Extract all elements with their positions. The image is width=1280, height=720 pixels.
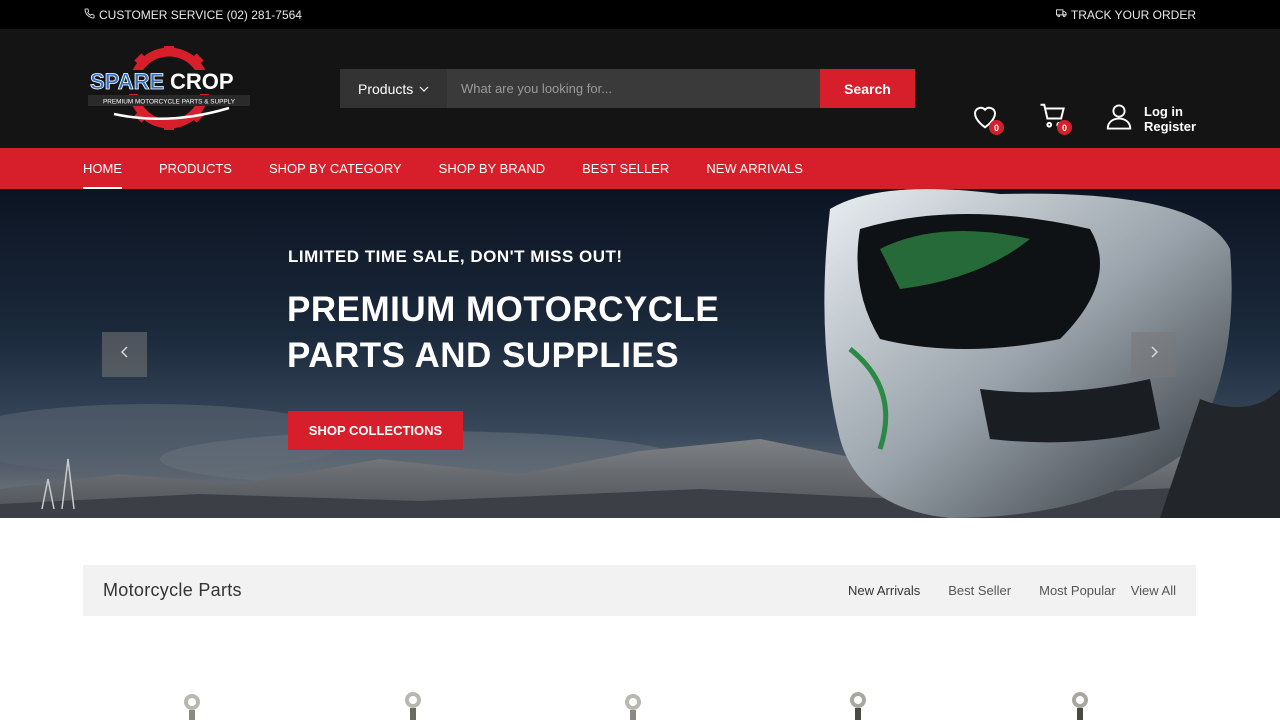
svg-text:PREMIUM MOTORCYCLE PARTS & SUP: PREMIUM MOTORCYCLE PARTS & SUPPLY bbox=[103, 99, 236, 106]
login-link[interactable]: Log in bbox=[1144, 104, 1196, 119]
logo[interactable]: SPARE CROP PREMIUM MOTORCYCLE PARTS & SU… bbox=[84, 44, 254, 132]
track-order-link[interactable]: TRACK YOUR ORDER bbox=[1055, 7, 1196, 22]
tab-best-seller[interactable]: Best Seller bbox=[948, 583, 1011, 598]
product-image[interactable] bbox=[846, 688, 886, 720]
tab-most-popular[interactable]: Most Popular bbox=[1039, 583, 1116, 598]
cart-button[interactable]: 0 bbox=[1038, 101, 1072, 135]
chevron-down-icon bbox=[419, 81, 429, 97]
user-icon bbox=[1104, 101, 1134, 136]
slider-prev-button[interactable] bbox=[102, 332, 147, 377]
nav-best-seller[interactable]: BEST SELLER bbox=[582, 148, 669, 189]
product-image[interactable] bbox=[180, 688, 220, 720]
nav-shop-by-brand[interactable]: SHOP BY BRAND bbox=[439, 148, 545, 189]
hero-headline-line1: PREMIUM MOTORCYCLE bbox=[287, 290, 720, 329]
register-link[interactable]: Register bbox=[1144, 119, 1196, 134]
search-bar: Products Search bbox=[340, 69, 915, 108]
tab-new-arrivals[interactable]: New Arrivals bbox=[848, 583, 920, 598]
slider-next-button[interactable] bbox=[1131, 332, 1176, 377]
nav-shop-by-category[interactable]: SHOP BY CATEGORY bbox=[269, 148, 402, 189]
product-image[interactable] bbox=[401, 688, 441, 720]
truck-icon bbox=[1055, 8, 1067, 22]
page: CUSTOMER SERVICE (02) 281-7564 TRACK YOU… bbox=[0, 0, 1280, 720]
section-title: Motorcycle Parts bbox=[103, 580, 242, 600]
nav-home[interactable]: HOME bbox=[83, 148, 122, 189]
arrow-left-icon bbox=[118, 345, 132, 364]
arrow-right-icon bbox=[1147, 345, 1161, 364]
hero-kicker: LIMITED TIME SALE, DON'T MISS OUT! bbox=[288, 247, 623, 266]
track-order-text: TRACK YOUR ORDER bbox=[1070, 7, 1196, 22]
product-image[interactable] bbox=[621, 688, 661, 720]
tab-view-all[interactable]: View All bbox=[1131, 583, 1176, 598]
customer-service[interactable]: CUSTOMER SERVICE (02) 281-7564 bbox=[84, 8, 302, 22]
cart-count-badge: 0 bbox=[1057, 120, 1072, 135]
account-links: Log in Register bbox=[1144, 104, 1196, 134]
section-header: Motorcycle Parts New Arrivals Best Selle… bbox=[83, 565, 1196, 616]
hero-headline: PREMIUM MOTORCYCLE PARTS AND SUPPLIES bbox=[287, 287, 807, 379]
product-grid bbox=[83, 680, 1196, 720]
phone-icon bbox=[84, 7, 95, 22]
search-category-select[interactable]: Products bbox=[340, 69, 447, 108]
top-bar: CUSTOMER SERVICE (02) 281-7564 TRACK YOU… bbox=[0, 0, 1280, 29]
product-image[interactable] bbox=[1068, 688, 1108, 720]
wishlist-button[interactable]: 0 bbox=[970, 101, 1004, 135]
hero-headline-line2: PARTS AND SUPPLIES bbox=[287, 336, 680, 375]
account-area: Log in Register bbox=[1104, 101, 1196, 136]
logo-wordmark-crop: CROP bbox=[170, 69, 234, 94]
search-input[interactable] bbox=[447, 69, 820, 108]
search-button[interactable]: Search bbox=[820, 69, 915, 108]
nav-products[interactable]: PRODUCTS bbox=[159, 148, 232, 189]
search-category-label: Products bbox=[358, 80, 414, 97]
main-nav: HOME PRODUCTS SHOP BY CATEGORY SHOP BY B… bbox=[0, 148, 1280, 189]
hero-slider: LIMITED TIME SALE, DON'T MISS OUT! PREMI… bbox=[0, 189, 1280, 518]
nav-new-arrivals[interactable]: NEW ARRIVALS bbox=[706, 148, 803, 189]
shop-collections-button[interactable]: SHOP COLLECTIONS bbox=[288, 411, 463, 450]
wishlist-count-badge: 0 bbox=[989, 120, 1004, 135]
customer-service-text: CUSTOMER SERVICE (02) 281-7564 bbox=[99, 7, 302, 22]
logo-wordmark-spare: SPARE bbox=[90, 69, 164, 94]
header: SPARE CROP PREMIUM MOTORCYCLE PARTS & SU… bbox=[0, 29, 1280, 148]
section-tabs: New Arrivals Best Seller Most Popular Vi… bbox=[820, 583, 1176, 598]
